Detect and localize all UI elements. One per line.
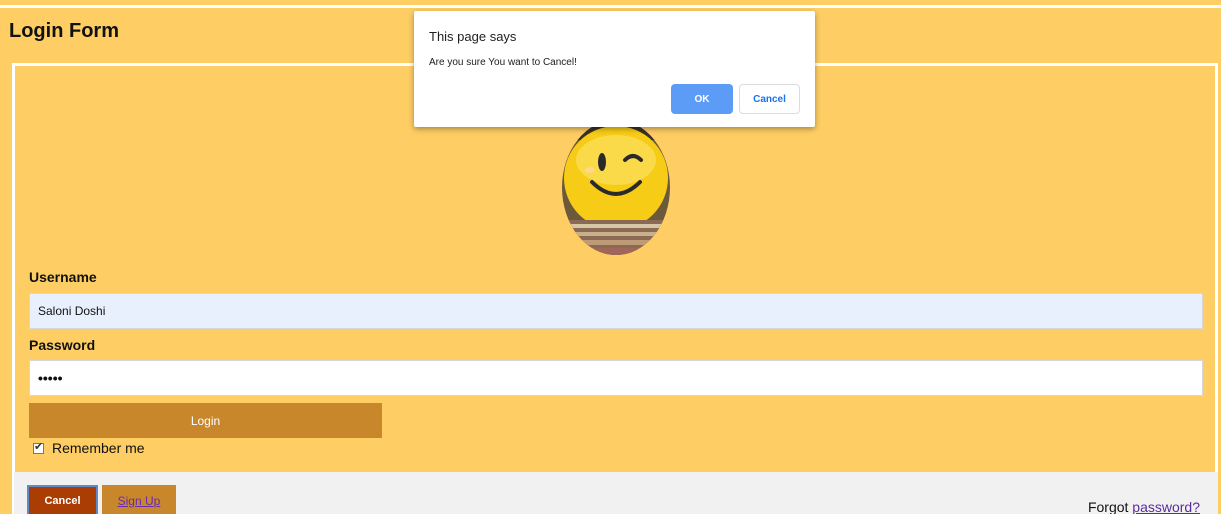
- checkmark-icon: ✔: [34, 440, 44, 453]
- remember-me[interactable]: ✔ Remember me: [33, 440, 145, 456]
- login-button[interactable]: Login: [29, 403, 382, 438]
- top-strip: [0, 0, 1221, 8]
- dialog-message: Are you sure You want to Cancel!: [429, 57, 577, 68]
- dialog-cancel-button[interactable]: Cancel: [739, 84, 800, 114]
- forgot-prefix: Forgot: [1087, 499, 1133, 514]
- page-title: Login Form: [9, 20, 119, 42]
- login-form: Username Saloni Doshi Password ••••• Log…: [12, 63, 1218, 514]
- cancel-button[interactable]: Cancel: [27, 485, 98, 514]
- footer-bar: Cancel Sign Up Forgot password?: [14, 472, 1218, 514]
- dialog-ok-button[interactable]: OK: [671, 84, 733, 114]
- dialog-title: This page says: [429, 29, 517, 44]
- username-label: Username: [29, 269, 97, 285]
- username-input[interactable]: Saloni Doshi: [29, 293, 1203, 329]
- password-input[interactable]: •••••: [29, 360, 1203, 396]
- smiley-emoji-icon: [562, 120, 670, 255]
- password-label: Password: [29, 337, 96, 353]
- remember-checkbox[interactable]: ✔: [33, 440, 44, 454]
- remember-label: Remember me: [52, 440, 145, 456]
- page: Login Form Username Saloni Doshi Passwor…: [0, 0, 1221, 514]
- sign-up-button[interactable]: Sign Up: [102, 485, 176, 514]
- forgot-password-link[interactable]: password?: [1132, 499, 1200, 514]
- confirm-dialog: This page says Are you sure You want to …: [414, 11, 815, 127]
- forgot-password: Forgot password?: [1088, 499, 1200, 514]
